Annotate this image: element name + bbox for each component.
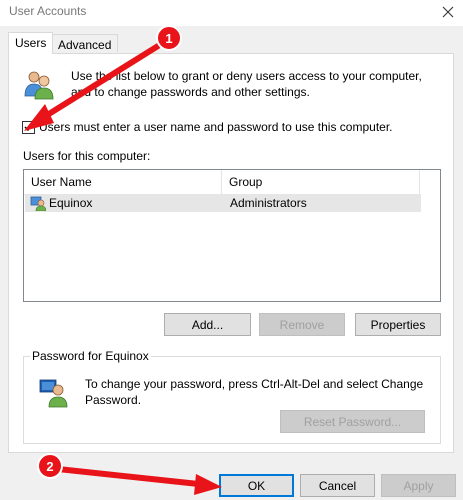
annotation-arrow-2 bbox=[55, 466, 211, 488]
tab-users[interactable]: Users bbox=[8, 32, 54, 54]
annotation-marker-2-text: 2 bbox=[46, 459, 53, 474]
annotation-arrowhead-2 bbox=[194, 474, 222, 495]
annotation-marker-1-text: 1 bbox=[165, 31, 172, 46]
annotation-arrowhead-1 bbox=[24, 104, 54, 131]
annotation-overlay: 1 2 bbox=[24, 25, 222, 495]
tab-users-label: Users bbox=[15, 36, 47, 50]
annotation-arrow-1 bbox=[33, 43, 161, 125]
